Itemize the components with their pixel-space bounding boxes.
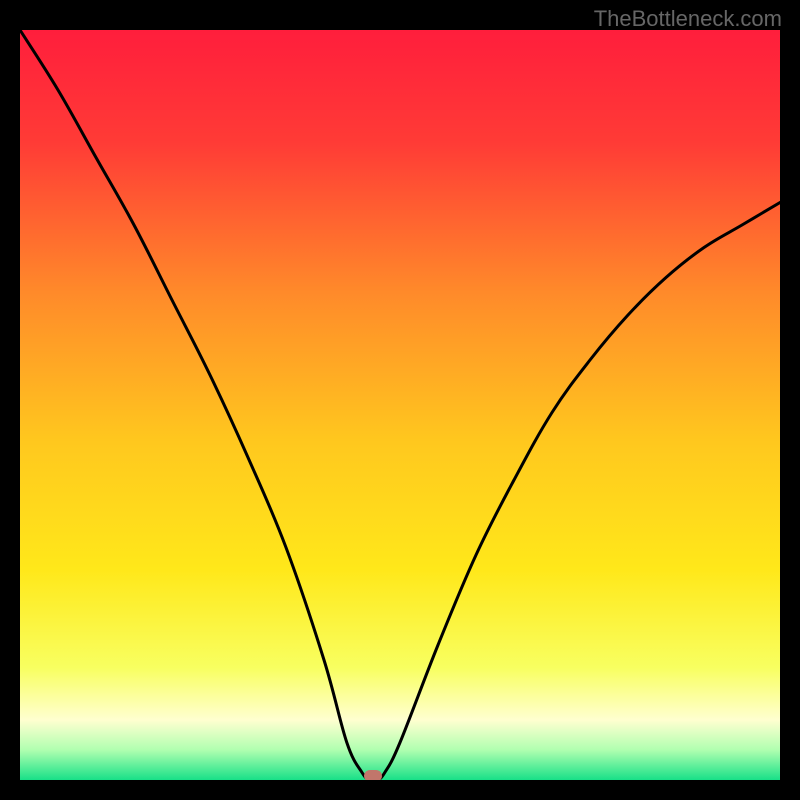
chart-container: TheBottleneck.com [0,0,800,800]
plot-area [20,30,780,780]
bottleneck-curve [20,30,780,780]
watermark-text: TheBottleneck.com [594,6,782,32]
optimal-point-marker [364,770,382,780]
curve-layer [20,30,780,780]
